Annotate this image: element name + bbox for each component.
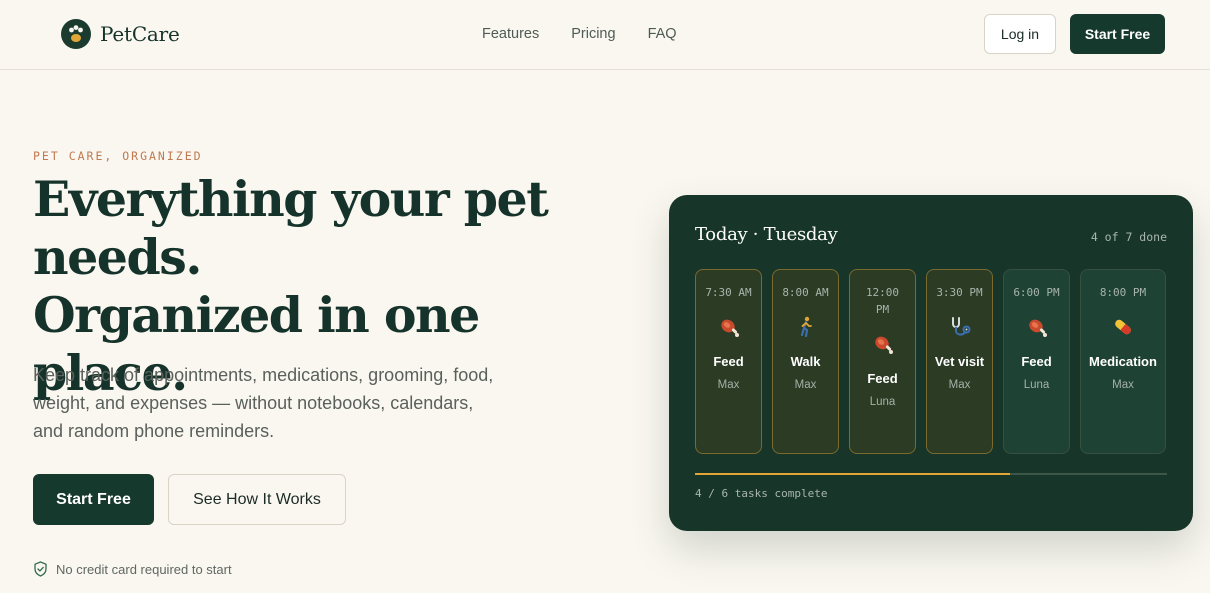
brand-logo[interactable]: PetCare [61, 19, 180, 49]
task-pet: Max [794, 379, 817, 391]
progress-fill [695, 473, 1010, 475]
login-button[interactable]: Log in [984, 14, 1056, 54]
card-title: Today · Tuesday [695, 224, 838, 245]
brand-name: PetCare [100, 22, 180, 46]
nav-features[interactable]: Features [482, 24, 539, 44]
task-card[interactable]: 3:30 PM Vet visit Max [926, 269, 993, 454]
meat-icon [874, 336, 893, 354]
nav-pricing[interactable]: Pricing [571, 24, 615, 44]
see-how-it-works-button[interactable]: See How It Works [168, 474, 346, 525]
main-nav: Features Pricing FAQ [482, 24, 677, 44]
hero-title-line: Everything your pet [33, 170, 549, 228]
hero-subtitle: Keep track of appointments, medications,… [33, 365, 494, 441]
meat-icon [720, 319, 739, 337]
task-pet: Max [948, 379, 971, 391]
nav-faq[interactable]: FAQ [648, 24, 677, 44]
task-time: 8:00 AM [782, 286, 829, 299]
hero-start-free-button[interactable]: Start Free [33, 474, 154, 525]
task-time: 6:00 PM [1013, 286, 1060, 299]
task-card[interactable]: 12:00 PM Feed Luna [849, 269, 916, 454]
task-time: 3:30 PM [936, 286, 983, 299]
task-pet: Max [717, 379, 740, 391]
progress-bar [695, 473, 1167, 475]
task-pet: Max [1112, 379, 1134, 391]
no-credit-card-note: No credit card required to start [33, 560, 232, 578]
task-name: Medication [1089, 354, 1157, 369]
shield-check-icon [34, 561, 47, 577]
task-pet: Luna [869, 396, 896, 408]
task-pet: Luna [1023, 379, 1050, 391]
task-time: 7:30 AM [705, 286, 752, 299]
task-name: Feed [713, 354, 744, 369]
paw-icon [61, 19, 91, 49]
walking-person-icon [800, 316, 812, 338]
task-list: 7:30 AM Feed Max 8:00 AM Walk Max 12:00 … [695, 269, 1166, 454]
task-time: 8:00 PM [1099, 286, 1147, 299]
note-text: No credit card required to start [56, 561, 232, 577]
task-time: 12:00 PM [865, 286, 900, 316]
task-card[interactable]: 8:00 PM Medication Max [1080, 269, 1166, 454]
hero-title-line: needs. [33, 228, 202, 286]
pill-icon [1115, 319, 1131, 335]
task-name: Feed [867, 371, 898, 386]
today-schedule-card: Today · Tuesday 4 of 7 done 7:30 AM Feed… [669, 195, 1193, 531]
stethoscope-icon [951, 317, 970, 336]
done-count: 4 of 7 done [1090, 230, 1167, 244]
task-card[interactable]: 7:30 AM Feed Max [695, 269, 762, 454]
task-card[interactable]: 6:00 PM Feed Luna [1003, 269, 1070, 454]
progress-label: 4 / 6 tasks complete [695, 487, 828, 500]
task-name: Feed [1021, 354, 1052, 369]
hero-eyebrow: PET CARE, ORGANIZED [33, 149, 203, 163]
task-name: Walk [790, 354, 821, 369]
site-header: PetCare Features Pricing FAQ Log in Star… [0, 0, 1210, 70]
meat-icon [1028, 319, 1047, 337]
task-card[interactable]: 8:00 AM Walk Max [772, 269, 839, 454]
task-name: Vet visit [934, 354, 985, 369]
header-start-free-button[interactable]: Start Free [1070, 14, 1165, 54]
